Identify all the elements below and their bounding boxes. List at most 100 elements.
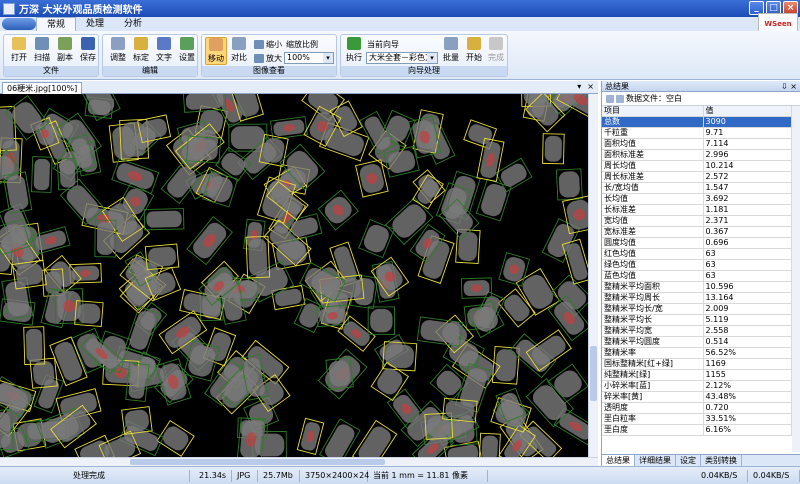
- tab-close-icon[interactable]: ×: [587, 82, 594, 91]
- table-row[interactable]: 小碎米率[蓝] 2.12%: [602, 380, 792, 393]
- chevron-down-icon: ▾: [323, 53, 333, 63]
- batch-button[interactable]: 批量: [440, 37, 462, 63]
- row-value: 3.692: [703, 193, 792, 206]
- text-button[interactable]: 文字: [153, 37, 175, 63]
- table-row[interactable]: 垩白粒率 33.51%: [602, 413, 792, 426]
- zoom-out-button[interactable]: 缩小: [254, 39, 282, 50]
- rice-grain: [296, 417, 325, 455]
- open-label: 打开: [11, 53, 27, 62]
- table-row[interactable]: 宽标准差 0.367: [602, 226, 792, 239]
- refresh-icon[interactable]: [616, 95, 624, 103]
- wizard-value: 大米全套－彩色方: [369, 53, 433, 62]
- row-value: 6.16%: [703, 424, 792, 437]
- table-row[interactable]: 圆度均值 0.696: [602, 237, 792, 250]
- tab-summary[interactable]: 总结果: [602, 455, 635, 466]
- zoom-in-icon: [254, 54, 264, 63]
- results-panel-title: 总结果 ⇩ ×: [602, 81, 800, 92]
- row-value: 0.514: [703, 336, 792, 349]
- adjust-button[interactable]: 调整: [107, 37, 129, 63]
- save-button[interactable]: 保存: [77, 37, 99, 63]
- zoom-ratio-label: 缩放比例: [286, 40, 318, 49]
- row-item: 周长标准差: [602, 171, 704, 184]
- table-row[interactable]: 面积标准差 2.996: [602, 149, 792, 162]
- table-row[interactable]: 整精米平均圆度 0.514: [602, 336, 792, 349]
- gear-icon: [180, 37, 194, 50]
- table-row[interactable]: 绿色均值 63: [602, 259, 792, 272]
- tab-general[interactable]: 常规: [36, 17, 77, 31]
- scan-label: 扫描: [34, 53, 50, 62]
- zoom-in-button[interactable]: 放大: [254, 53, 282, 64]
- table-row[interactable]: 整精米平均面积 10.596: [602, 281, 792, 294]
- tab-detail[interactable]: 详细结果: [635, 455, 676, 466]
- finish-button[interactable]: 完成: [485, 37, 507, 63]
- tab-list-icon[interactable]: ▾: [577, 82, 581, 91]
- folder-icon: [12, 37, 26, 50]
- table-row[interactable]: 整精米率 56.52%: [602, 347, 792, 360]
- table-row[interactable]: 纯整精米[绿] 1155: [602, 369, 792, 382]
- net-upload: 0.04KB/S: [698, 470, 748, 482]
- image-canvas[interactable]: [0, 94, 588, 457]
- table-row[interactable]: 宽均值 2.371: [602, 215, 792, 228]
- table-row[interactable]: 整精米平均宽 2.558: [602, 325, 792, 338]
- table-row[interactable]: 整精米平均长/宽 2.009: [602, 303, 792, 316]
- row-value: 10.214: [703, 160, 792, 173]
- table-row[interactable]: 整精米平均长 5.119: [602, 314, 792, 327]
- copy-button[interactable]: 副本: [54, 37, 76, 63]
- rice-grain: [111, 158, 160, 195]
- horizontal-scrollbar[interactable]: [0, 457, 598, 466]
- table-row[interactable]: 整精米平均周长 13.164: [602, 292, 792, 305]
- app-menu-button[interactable]: [2, 18, 36, 30]
- move-button[interactable]: 移动: [205, 37, 227, 65]
- table-row[interactable]: 周长标准差 2.572: [602, 171, 792, 184]
- export-icon[interactable]: [606, 95, 614, 103]
- rice-grain: [555, 168, 583, 201]
- move-label: 移动: [208, 54, 224, 63]
- table-row[interactable]: 碎米率[黄] 43.48%: [602, 391, 792, 404]
- rice-grain: [491, 345, 520, 385]
- row-value: 63: [703, 259, 792, 272]
- table-row[interactable]: 透明度 0.720: [602, 402, 792, 415]
- rice-grain: [370, 361, 410, 402]
- results-scrollbar[interactable]: [792, 106, 800, 452]
- vertical-scroll-thumb[interactable]: [590, 346, 597, 401]
- execute-button[interactable]: 执行: [343, 37, 365, 63]
- zoom-select[interactable]: 100% ▾: [284, 52, 334, 64]
- tab-analyze[interactable]: 分析: [114, 17, 152, 31]
- compare-button[interactable]: 对比: [228, 37, 250, 63]
- tab-process[interactable]: 处理: [76, 17, 114, 31]
- tab-settings-panel[interactable]: 设定: [676, 455, 701, 466]
- row-value: 1.547: [703, 182, 792, 195]
- document-tab[interactable]: 06粳米.jpg[100%]: [2, 82, 83, 94]
- scanner-icon: [35, 37, 49, 50]
- table-row[interactable]: 面积均值 7.114: [602, 138, 792, 151]
- vertical-scrollbar[interactable]: [588, 94, 598, 457]
- rice-grain: [317, 189, 359, 231]
- row-item: 整精米平均面积: [602, 281, 704, 294]
- tab-category[interactable]: 类别转换: [701, 455, 742, 466]
- panel-pin-close[interactable]: ⇩ ×: [781, 81, 797, 92]
- row-value: 0.696: [703, 237, 792, 250]
- scan-button[interactable]: 扫描: [31, 37, 53, 63]
- row-value: 1155: [703, 369, 792, 382]
- table-row[interactable]: 长均值 3.692: [602, 193, 792, 206]
- table-row[interactable]: 周长均值 10.214: [602, 160, 792, 173]
- table-row[interactable]: 总数 3090: [602, 116, 792, 129]
- horizontal-scroll-thumb[interactable]: [130, 459, 385, 465]
- table-row[interactable]: 蓝色均值 63: [602, 270, 792, 283]
- row-value: 7.114: [703, 138, 792, 151]
- settings-button[interactable]: 设置: [176, 37, 198, 63]
- calibrate-button[interactable]: 标定: [130, 37, 152, 63]
- table-row[interactable]: 红色均值 63: [602, 248, 792, 261]
- open-button[interactable]: 打开: [8, 37, 30, 63]
- row-item: 整精米平均长: [602, 314, 704, 327]
- wizard-select[interactable]: 大米全套－彩色方 ▾: [366, 52, 438, 64]
- table-row[interactable]: 垩白度 6.16%: [602, 424, 792, 437]
- table-row[interactable]: 千粒重 9.71: [602, 127, 792, 140]
- table-row[interactable]: 长标准差 1.181: [602, 204, 792, 217]
- document-tab-bar: 06粳米.jpg[100%] ▾ ×: [0, 81, 598, 94]
- table-row[interactable]: 长/宽均值 1.547: [602, 182, 792, 195]
- start-button[interactable]: 开始: [463, 37, 485, 63]
- finish-label: 完成: [488, 53, 504, 62]
- table-row[interactable]: 国标整精米[红+绿] 1169: [602, 358, 792, 371]
- row-value: 43.48%: [703, 391, 792, 404]
